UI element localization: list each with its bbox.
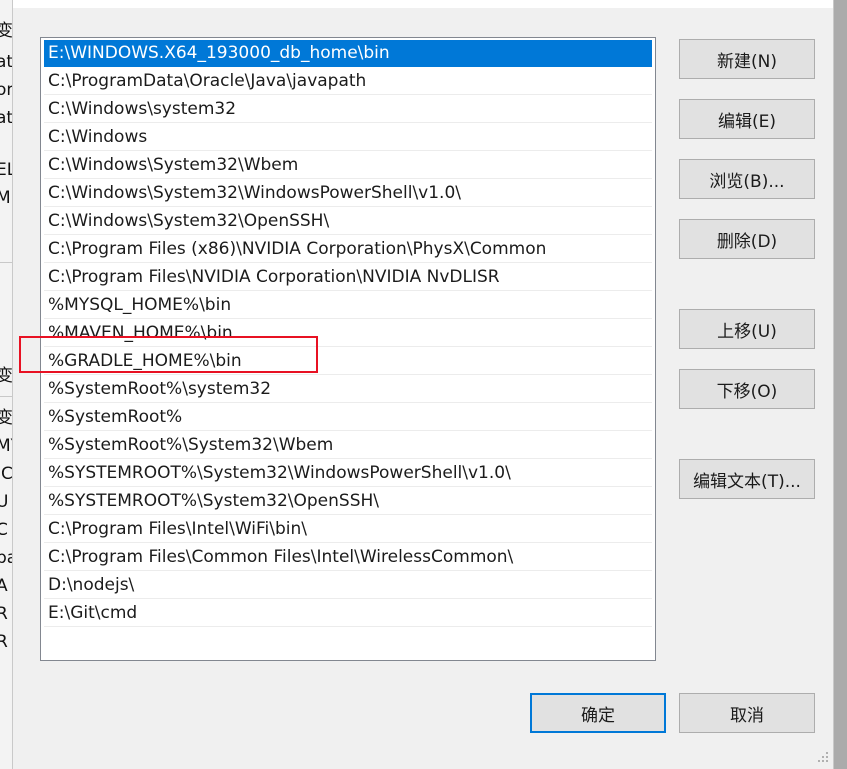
resize-grip-icon[interactable]	[817, 751, 829, 763]
background-text-fragment: IC	[0, 464, 13, 484]
move-down-button[interactable]: 下移(O)	[679, 369, 815, 409]
delete-button[interactable]: 删除(D)	[679, 219, 815, 259]
path-entry[interactable]: C:\Windows\system32	[44, 96, 652, 123]
move-up-button[interactable]: 上移(U)	[679, 309, 815, 349]
path-entry[interactable]: C:\Windows\System32\OpenSSH\	[44, 208, 652, 235]
background-divider	[0, 396, 12, 397]
cancel-button[interactable]: 取消	[679, 693, 815, 733]
ok-button[interactable]: 确定	[530, 693, 666, 733]
path-entry[interactable]: %SystemRoot%\system32	[44, 376, 652, 403]
path-entry[interactable]: %SystemRoot%	[44, 404, 652, 431]
path-entry[interactable]: C:\Program Files\NVIDIA Corporation\NVID…	[44, 264, 652, 291]
background-text-fragment: M	[0, 188, 11, 208]
path-entry[interactable]: C:\Program Files\Common Files\Intel\Wire…	[44, 544, 652, 571]
path-entry-list[interactable]: E:\WINDOWS.X64_193000_db_home\bin C:\Pro…	[40, 37, 656, 661]
path-entry[interactable]: C:\Windows\System32\WindowsPowerShell\v1…	[44, 180, 652, 207]
path-entry[interactable]: %SystemRoot%\System32\Wbem	[44, 432, 652, 459]
edit-button[interactable]: 编辑(E)	[679, 99, 815, 139]
path-entry-gradle[interactable]: %GRADLE_HOME%\bin	[44, 348, 652, 375]
path-entry[interactable]: %MYSQL_HOME%\bin	[44, 292, 652, 319]
path-entry[interactable]: D:\nodejs\	[44, 572, 652, 599]
edit-path-dialog: E:\WINDOWS.X64_193000_db_home\bin C:\Pro…	[12, 0, 834, 769]
path-entry[interactable]: C:\ProgramData\Oracle\Java\javapath	[44, 68, 652, 95]
edit-text-button[interactable]: 编辑文本(T)...	[679, 459, 815, 499]
path-entry[interactable]: %MAVEN_HOME%\bin	[44, 320, 652, 347]
path-entry[interactable]: C:\Windows	[44, 124, 652, 151]
background-text-fragment: C	[0, 520, 8, 540]
path-entry[interactable]: %SYSTEMROOT%\System32\WindowsPowerShell\…	[44, 460, 652, 487]
background-text-fragment: U	[0, 492, 8, 512]
path-entry[interactable]: C:\Program Files (x86)\NVIDIA Corporatio…	[44, 236, 652, 263]
background-text-fragment: A	[0, 576, 8, 596]
path-entry[interactable]: E:\Git\cmd	[44, 600, 652, 627]
path-entry[interactable]: E:\WINDOWS.X64_193000_db_home\bin	[44, 40, 652, 67]
path-entry[interactable]: C:\Windows\System32\Wbem	[44, 152, 652, 179]
path-entry[interactable]: %SYSTEMROOT%\System32\OpenSSH\	[44, 488, 652, 515]
dialog-top-edge	[13, 0, 833, 8]
background-divider	[0, 262, 12, 263]
background-text-fragment: R	[0, 632, 8, 652]
background-text-fragment: R	[0, 604, 8, 624]
path-entry[interactable]: C:\Program Files\Intel\WiFi\bin\	[44, 516, 652, 543]
browse-button[interactable]: 浏览(B)...	[679, 159, 815, 199]
new-button[interactable]: 新建(N)	[679, 39, 815, 79]
